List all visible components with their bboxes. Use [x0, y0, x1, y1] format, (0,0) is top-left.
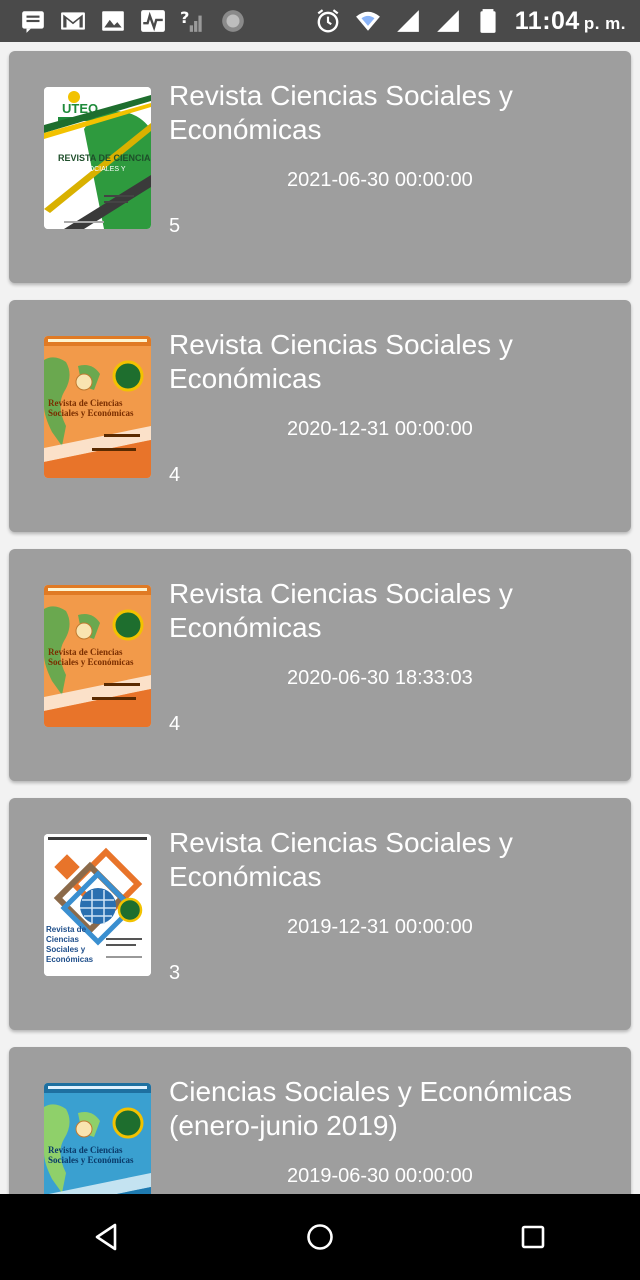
issue-title: Revista Ciencias Sociales y Económicas: [169, 578, 513, 643]
issue-number: 4: [169, 464, 181, 486]
issue-number: 4: [169, 713, 181, 735]
svg-text:Revista de Ciencias: Revista de Ciencias: [48, 647, 123, 657]
image-icon: [100, 8, 126, 34]
issue-date: 2019-12-31 00:00:00: [287, 916, 473, 938]
svg-text:Sociales y Económicas: Sociales y Económicas: [48, 657, 134, 667]
issue-card[interactable]: UTEQ REVISTA DE CIENCIAS SOCIALES Y Revi…: [9, 51, 631, 283]
issue-card[interactable]: Revista de Ciencias Sociales y Económica…: [9, 549, 631, 781]
svg-text:REVISTA DE CIENCIAS: REVISTA DE CIENCIAS: [58, 153, 151, 163]
svg-text:Revista de Ciencias: Revista de Ciencias: [48, 398, 123, 408]
issue-cover-image: Revista de Ciencias Sociales y Económica…: [44, 1083, 151, 1194]
issue-number: 3: [169, 962, 181, 984]
svg-text:Económicas: Económicas: [46, 955, 94, 964]
issue-card[interactable]: Revista de Ciencias Sociales y Económica…: [9, 1047, 631, 1194]
svg-text:Sociales y: Sociales y: [46, 945, 86, 954]
svg-text:Revista de: Revista de: [46, 925, 87, 934]
recents-icon: [522, 1225, 545, 1249]
issue-cover-image: Revista de Ciencias Sociales y Económica…: [44, 336, 151, 478]
svg-text:Revista de Ciencias: Revista de Ciencias: [48, 1145, 123, 1155]
issue-list[interactable]: UTEQ REVISTA DE CIENCIAS SOCIALES Y Revi…: [0, 42, 640, 1194]
gmail-icon: [60, 8, 86, 34]
svg-text:Ciencias: Ciencias: [46, 935, 79, 944]
signal-icon: [435, 8, 461, 34]
home-button[interactable]: [290, 1207, 350, 1267]
signal-icon: [395, 8, 421, 34]
issue-date: 2019-06-30 00:00:00: [287, 1165, 473, 1187]
notification-icons: ?: [0, 8, 246, 34]
issue-card[interactable]: Revista de Ciencias Sociales y Económica…: [9, 300, 631, 532]
back-button[interactable]: [77, 1207, 137, 1267]
system-icons: 11:04 p. m.: [315, 7, 640, 36]
issue-title: Revista Ciencias Sociales y Económicas: [169, 80, 513, 145]
back-icon: [95, 1223, 116, 1251]
alarm-icon: [315, 8, 341, 34]
issue-card[interactable]: Revista de Ciencias Sociales y Económica…: [9, 798, 631, 1030]
svg-text:Sociales y Económicas: Sociales y Económicas: [48, 408, 134, 418]
navigation-bar: [0, 1194, 640, 1280]
issue-cover-image: UTEQ REVISTA DE CIENCIAS SOCIALES Y: [44, 87, 151, 229]
home-icon: [307, 1224, 333, 1250]
svg-text:?: ?: [180, 8, 189, 27]
status-bar: ? 11:04 p. m.: [0, 0, 640, 42]
issue-title: Revista Ciencias Sociales y Económicas: [169, 827, 513, 892]
issue-cover-image: Revista de Ciencias Sociales y Económica…: [44, 585, 151, 727]
issue-cover-image: Revista de Ciencias Sociales y Económica…: [44, 834, 151, 976]
issue-number: 5: [169, 215, 181, 237]
issue-date: 2020-12-31 00:00:00: [287, 418, 473, 440]
issue-date: 2020-06-30 18:33:03: [287, 667, 473, 689]
status-clock: 11:04 p. m.: [514, 6, 626, 35]
circle-app-icon: [220, 8, 246, 34]
issue-date: 2021-06-30 00:00:00: [287, 169, 473, 191]
activity-icon: [140, 8, 166, 34]
no-signal-icon: ?: [180, 8, 206, 34]
wifi-icon: [355, 8, 381, 34]
issue-title: Ciencias Sociales y Económicas (enero-ju…: [169, 1076, 573, 1141]
svg-text:Sociales y Económicas: Sociales y Económicas: [48, 1155, 134, 1165]
svg-text:SOCIALES Y: SOCIALES Y: [84, 166, 126, 173]
message-icon: [20, 8, 46, 34]
battery-icon: [475, 8, 501, 34]
recents-button[interactable]: [503, 1207, 563, 1267]
issue-title: Revista Ciencias Sociales y Económicas: [169, 329, 513, 394]
